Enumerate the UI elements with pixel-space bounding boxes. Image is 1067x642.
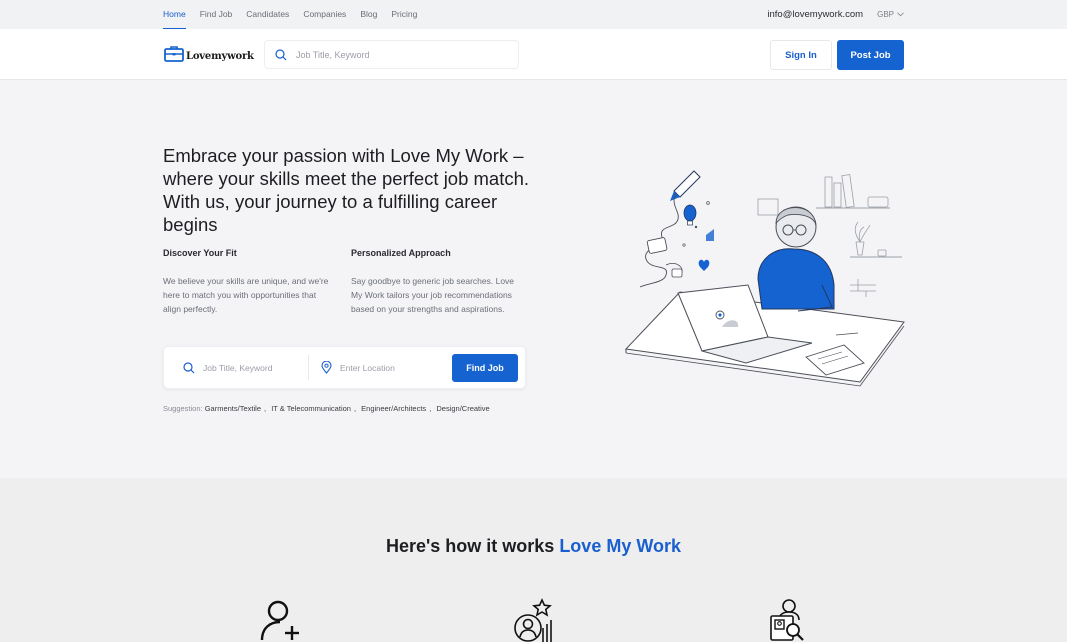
keyword-input[interactable] [203,362,298,373]
suggestion-label: Suggestion: [163,404,203,413]
separator: , [353,404,357,413]
top-nav: Home Find Job Candidates Companies Blog … [163,0,417,29]
nav-home[interactable]: Home [163,0,186,29]
top-right: info@lovemywork.com GBP [767,0,904,29]
nav-find-job[interactable]: Find Job [200,0,233,29]
currency-value: GBP [877,10,894,19]
keyword-field [164,355,298,380]
how-title-accent: Love My Work [559,536,682,556]
hero-search-bar: Find Job [163,346,526,389]
hero-illustration [624,170,905,387]
post-job-button[interactable]: Post Job [837,40,904,70]
find-job-button[interactable]: Find Job [452,354,518,382]
hero-section: Embrace your passion with Love My Work –… [0,80,1067,478]
search-icon [275,48,287,60]
main-header: Lovemywork Sign In Post Job [0,29,1067,80]
nav-pricing[interactable]: Pricing [391,0,417,29]
top-bar: Home Find Job Candidates Companies Blog … [0,0,1067,29]
nav-blog[interactable]: Blog [360,0,377,29]
how-title: Here's how it works Love My Work [0,536,1067,557]
document-search-icon [770,599,804,641]
suggestion-row: Suggestion: Garments/Textile, IT & Telec… [163,404,490,413]
suggestion-link[interactable]: Engineer/Architects [361,404,426,413]
suggestion-link[interactable]: IT & Telecommunication [271,404,351,413]
suggestion-link[interactable]: Garments/Textile [205,404,261,413]
location-pin-icon [321,361,332,374]
sign-in-button[interactable]: Sign In [770,40,832,70]
search-icon [183,361,195,373]
separator: , [429,404,432,413]
add-user-icon [260,600,299,641]
rating-user-icon [514,598,552,642]
briefcase-logo-icon [164,46,184,62]
location-input[interactable] [340,362,435,373]
header-search [264,40,519,69]
feature-discover: Discover Your Fit We believe your skills… [163,248,335,316]
how-title-prefix: Here's how it works [385,536,560,556]
chevron-down-icon [897,12,904,17]
feature-text: We believe your skills are unique, and w… [163,276,329,314]
feature-title: Discover Your Fit [163,248,237,258]
feature-text: Say goodbye to generic job searches. Lov… [351,276,515,314]
how-it-works-section: Here's how it works Love My Work [0,478,1067,642]
header-search-input[interactable] [296,49,496,60]
currency-select[interactable]: GBP [877,10,904,19]
suggestion-link[interactable]: Design/Creative [436,404,489,413]
hero-title: Embrace your passion with Love My Work –… [163,145,530,235]
nav-candidates[interactable]: Candidates [246,0,289,29]
feature-title: Personalized Approach [351,248,451,258]
nav-companies[interactable]: Companies [303,0,346,29]
logo[interactable]: Lovemywork [164,45,254,62]
feature-personalized: Personalized Approach Say goodbye to gen… [351,248,523,316]
separator: , [264,404,267,413]
location-field [309,355,435,380]
logo-text: Lovemywork [186,51,254,62]
contact-email[interactable]: info@lovemywork.com [767,9,863,20]
